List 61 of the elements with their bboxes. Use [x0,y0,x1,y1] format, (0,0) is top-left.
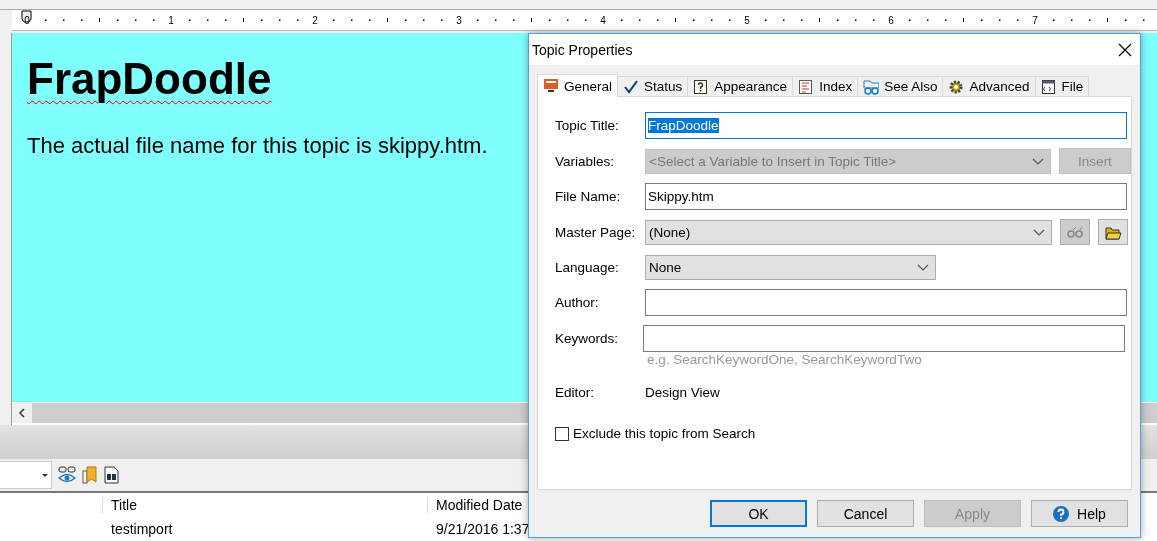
eye-icon [58,466,76,484]
ruler-number: 5 [744,15,750,26]
ruler-number: 2 [312,15,318,26]
input-field[interactable] [645,289,1127,316]
field-label: Keywords: [555,331,620,346]
folder-icon [1104,224,1122,240]
ruler-number: 3 [456,15,462,26]
input-field[interactable]: FrapDoodle [645,112,1127,139]
field-label: Editor: [555,384,596,400]
dialog-button[interactable]: Cancel [817,500,914,527]
list-page-icon [798,78,815,95]
ruler-number: 6 [888,15,894,26]
hint-text: e.g. SearchKeywordOne, SearchKeywordTwo [647,352,923,367]
tab[interactable]: Appearance [687,76,794,96]
tab[interactable]: Advanced [942,76,1036,96]
dropdown-arrow-icon [41,472,49,478]
checkbox-label[interactable]: Exclude this topic from Search [573,426,756,441]
document-icon [1040,78,1057,95]
checkmark-icon [623,78,640,95]
column-header[interactable]: Title [102,497,427,513]
input-field[interactable] [643,325,1125,352]
glasses-icon [1067,226,1083,238]
tab[interactable]: Status [617,76,689,96]
topic-heading: FrapDoodle [27,54,272,104]
glasses-icon [863,78,880,95]
tab[interactable]: Index [792,76,859,96]
input-field[interactable]: Skippy.htm [645,183,1127,210]
dialog-button[interactable]: Help [1031,500,1128,527]
checkbox[interactable] [555,426,569,441]
table-cell-text: 9/21/2016 1:37 [435,521,531,537]
ruler-number: 1 [168,15,174,26]
help-icon [1053,505,1070,522]
chevron-down-icon [1033,228,1045,236]
tab[interactable]: See Also [857,76,944,96]
bookmark-icon [82,466,98,484]
close-icon [1118,42,1132,57]
chevron-down-icon [917,263,929,271]
tab[interactable]: General [537,74,619,97]
editor-value: Design View [645,384,720,400]
chevron-down-icon [1032,157,1044,165]
indent-marker-icon [21,10,32,23]
field-label: Author: [555,295,600,310]
ruler-number: 4 [600,15,606,26]
table-cell-text: testimport [110,521,174,537]
dropdown[interactable]: (None) [645,219,1052,245]
dropdown[interactable]: None [645,254,936,280]
body-paragraph: The actual file name for this topic is skippy.htm. [27,133,489,160]
field-label: Topic Title: [555,118,620,133]
gear-icon [948,78,965,95]
field-label: File Name: [555,189,622,204]
field-label: Language: [555,259,620,275]
field-label: Master Page: [555,224,637,240]
monitor-icon [543,78,559,94]
ruler-number: 7 [1032,15,1038,26]
field-label: Variables: [555,153,616,169]
tab[interactable]: File [1034,76,1090,96]
dialog-title: Topic Properties [532,41,633,58]
dialog-button[interactable]: OK [710,500,807,527]
ruler-number: 0 [24,15,30,26]
browse-button[interactable] [1098,219,1128,245]
question-page-icon [693,78,710,95]
